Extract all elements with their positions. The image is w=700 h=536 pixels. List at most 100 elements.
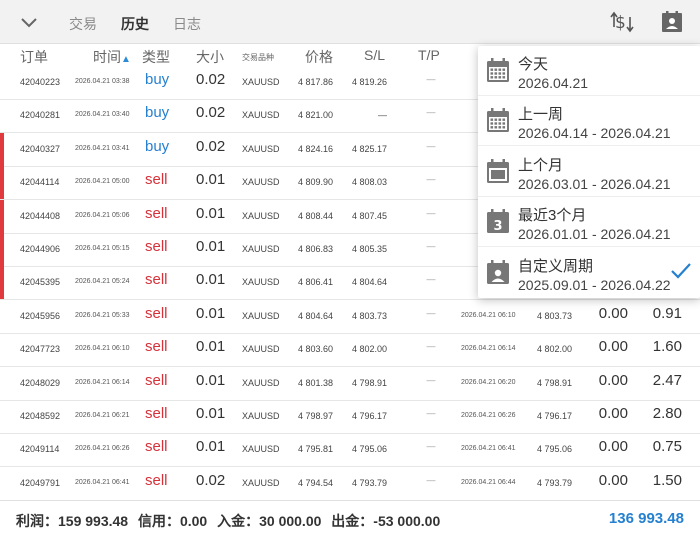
table-row[interactable]: 42049114 2026.04.21 06:26 sell 0.01 XAUUSD 4 … (0, 433, 700, 468)
order-type: sell (145, 338, 168, 356)
take-profit: — (426, 341, 436, 352)
symbol: XAUUSD (242, 110, 280, 121)
period-option[interactable]: 上一周 2026.04.14 - 2026.04.21 (478, 96, 700, 147)
table-row[interactable]: 42047723 2026.04.21 06:10 sell 0.01 XAUUSD 4 … (0, 333, 700, 368)
close-price: 4 795.06 (536, 444, 572, 455)
open-price: 4 795.81 (297, 444, 333, 455)
take-profit: — (426, 274, 436, 285)
period-option[interactable]: 自定义周期 2025.09.01 - 2026.04.22 (478, 248, 700, 298)
table-row[interactable]: 42048592 2026.04.21 06:21 sell 0.01 XAUUSD 4 … (0, 400, 700, 434)
close-time: 2026.04.21 06:20 (461, 378, 516, 386)
open-price: 4 817.86 (297, 77, 333, 87)
profit-summary: 利润：159 993.48 (16, 513, 129, 529)
column-type[interactable]: 类型 (142, 47, 170, 67)
period-title: 上一周 (518, 106, 564, 124)
take-profit: — (426, 408, 436, 418)
loss-indicator (0, 266, 4, 300)
loss-indicator (0, 166, 4, 200)
open-price: 4 824.16 (297, 143, 333, 154)
close-time: 2026.04.21 06:44 (461, 478, 516, 486)
tab-journal[interactable]: 日志 (173, 14, 201, 34)
column-order[interactable]: 订单 (20, 47, 48, 67)
order-id: 42044906 (20, 244, 61, 254)
stop-loss: 4 793.79 (351, 477, 387, 488)
close-price: 4 798.91 (536, 377, 572, 388)
column-symbol[interactable]: 交易品种 (242, 52, 274, 63)
take-profit: — (426, 441, 436, 452)
calendar-person-icon[interactable] (660, 10, 684, 34)
table-row[interactable]: 42048029 2026.04.21 06:14 sell 0.01 XAUUSD 4 … (0, 367, 700, 401)
open-time: 2026.04.21 05:06 (75, 211, 130, 219)
volume: 0.01 (196, 338, 226, 356)
symbol: XAUUSD (242, 177, 280, 188)
open-price: 4 808.44 (297, 210, 333, 221)
open-price: 4 794.54 (297, 477, 333, 488)
period-title: 最近3个月 (518, 207, 587, 225)
order-type: sell (145, 438, 168, 456)
volume: 0.01 (196, 438, 226, 456)
order-type: buy (145, 137, 170, 155)
volume: 0.02 (196, 104, 226, 122)
symbol: XAUUSD (242, 444, 280, 455)
period-option[interactable]: 3 最近3个月 2026.01.01 - 2026.04.21 (478, 197, 700, 248)
column-size[interactable]: 大小 (196, 47, 224, 67)
order-id: 42048592 (20, 411, 61, 421)
take-profit: — (426, 241, 436, 251)
order-id: 42040281 (20, 110, 61, 121)
volume: 0.02 (196, 71, 226, 88)
volume: 0.02 (196, 471, 226, 489)
symbol: XAUUSD (242, 477, 280, 488)
column-tp[interactable]: T/P (418, 47, 440, 63)
loss-indicator (0, 199, 4, 233)
table-row[interactable]: 42049791 2026.04.21 06:41 sell 0.02 XAUUSD 4 … (0, 467, 700, 501)
table-row[interactable]: 42045956 2026.04.21 05:33 sell 0.01 XAUUSD 4 … (0, 300, 700, 334)
symbol: XAUUSD (242, 77, 280, 87)
profit: 1.50 (652, 471, 682, 489)
open-time: 2026.04.21 06:10 (75, 345, 130, 353)
open-price: 4 821.00 (297, 110, 333, 121)
open-time: 2026.04.21 05:24 (75, 278, 130, 286)
order-type: buy (145, 104, 170, 122)
order-type: sell (145, 204, 168, 222)
open-price: 4 798.97 (297, 411, 333, 421)
column-price[interactable]: 价格 (305, 47, 333, 67)
chevron-down-icon[interactable] (18, 12, 40, 32)
calendar-month-icon (487, 158, 509, 183)
top-bar: 交易 历史 日志 $ (0, 0, 700, 44)
order-id: 42044114 (20, 177, 60, 188)
dollar-sort-icon[interactable]: $ (608, 9, 636, 35)
period-option[interactable]: 今天 2026.04.21 (478, 46, 700, 96)
volume: 0.01 (196, 238, 226, 255)
symbol: XAUUSD (242, 277, 280, 288)
open-time: 2026.04.21 05:00 (75, 178, 130, 186)
tab-trade[interactable]: 交易 (69, 14, 97, 34)
volume: 0.01 (196, 171, 226, 189)
take-profit: — (426, 140, 436, 151)
stop-loss: 4 795.06 (351, 444, 387, 455)
period-option[interactable]: 上个月 2026.03.01 - 2026.04.21 (478, 147, 700, 197)
stop-loss: 4 805.35 (351, 244, 387, 254)
tab-history[interactable]: 历史 (121, 14, 149, 34)
stop-loss: 4 803.73 (351, 310, 387, 321)
period-range: 2026.03.01 - 2026.04.21 (518, 175, 671, 192)
order-id: 42045395 (20, 277, 61, 288)
period-title: 上个月 (518, 156, 564, 174)
commission: 0.00 (598, 405, 628, 422)
volume: 0.01 (196, 304, 226, 322)
profit: 0.75 (652, 438, 682, 456)
order-type: sell (145, 271, 168, 289)
stop-loss: 4 808.03 (351, 177, 387, 188)
column-time[interactable]: 时间▲ (93, 47, 131, 67)
stop-loss: 4 796.17 (351, 411, 387, 421)
symbol: XAUUSD (242, 244, 280, 254)
take-profit: — (426, 474, 436, 485)
open-price: 4 801.38 (297, 377, 333, 388)
open-time: 2026.04.21 06:41 (75, 478, 130, 486)
close-price: 4 796.17 (536, 411, 572, 421)
symbol: XAUUSD (242, 344, 280, 355)
volume: 0.01 (196, 204, 226, 222)
column-sl[interactable]: S/L (364, 47, 385, 63)
loss-indicator (0, 233, 4, 266)
stop-loss: — (378, 110, 387, 121)
order-type: sell (145, 405, 168, 422)
